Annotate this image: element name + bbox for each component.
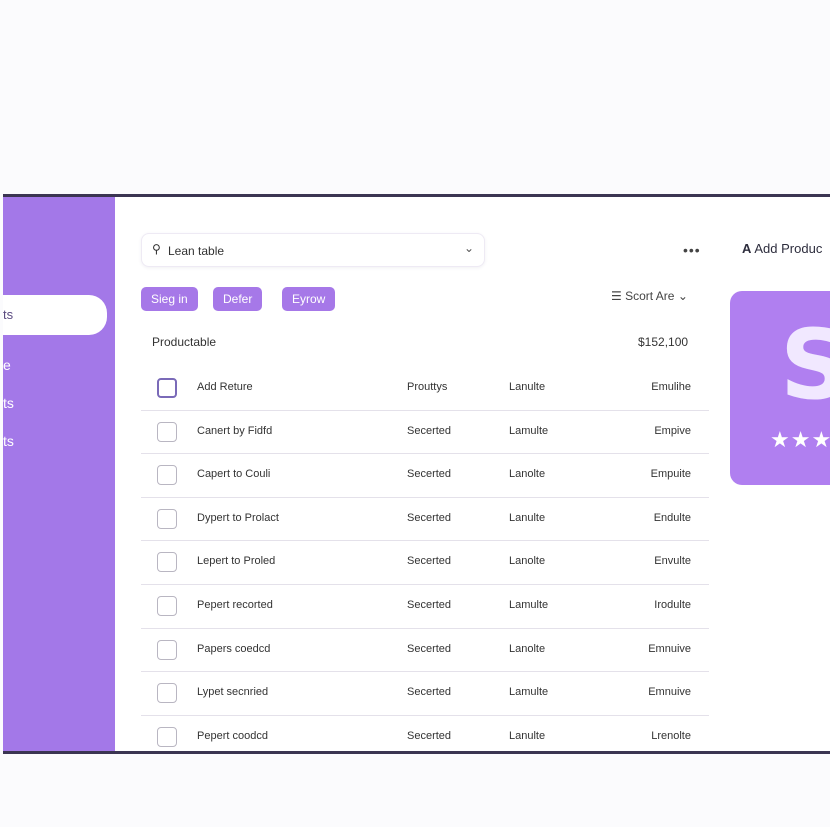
table-cell: Capert to Couli bbox=[197, 468, 271, 481]
search-icon: ⚲ bbox=[152, 242, 161, 256]
table-cell: Envulte bbox=[654, 555, 691, 568]
table-cell: Papers coedcd bbox=[197, 642, 271, 655]
row-checkbox[interactable] bbox=[157, 465, 177, 486]
page: ts e ts ts ⚲ Lean table ⌄ ••• A Add Produ… bbox=[0, 0, 830, 827]
table-cell: Lamulte bbox=[509, 598, 549, 611]
more-options-icon[interactable]: ••• bbox=[683, 242, 701, 258]
table-cell: Lamulte bbox=[509, 424, 549, 437]
add-product-icon: A bbox=[742, 241, 752, 256]
logo: S bbox=[780, 309, 830, 421]
table-row[interactable]: Lepert to Proled Secerted Lanolte Envulte bbox=[141, 541, 709, 585]
table-cell: Secerted bbox=[407, 598, 452, 611]
row-checkbox[interactable] bbox=[157, 378, 177, 398]
table-cell: Lanulte bbox=[509, 381, 546, 393]
table-cell: Lamulte bbox=[509, 686, 549, 699]
table-cell: Lrenolte bbox=[651, 729, 691, 742]
table-cell: Endulte bbox=[653, 511, 691, 524]
table-cell: Lanolte bbox=[509, 642, 546, 655]
table-cell: Lepert to Proled bbox=[197, 555, 276, 568]
app-window: ts e ts ts ⚲ Lean table ⌄ ••• A Add Produ… bbox=[3, 194, 830, 754]
sidebar-item[interactable]: ts bbox=[3, 395, 14, 411]
table-cell: Secerted bbox=[407, 686, 452, 699]
table-row[interactable]: Add Reture Prouttys Lanulte Emulihe bbox=[141, 367, 709, 411]
table-cell: Pepert recorted bbox=[197, 598, 273, 611]
table-row[interactable]: Capert to Couli Secerted Lanolte Empuite bbox=[141, 454, 709, 498]
chevron-down-icon: ⌄ bbox=[677, 289, 688, 303]
sidebar-item[interactable]: ts bbox=[3, 433, 14, 449]
sidebar-item-active[interactable]: ts bbox=[3, 295, 107, 335]
table-cell: Irodulte bbox=[654, 598, 691, 611]
table-cell: Emnuive bbox=[648, 686, 691, 699]
table-cell: Emnuive bbox=[648, 642, 691, 655]
add-product-label: Add Produc bbox=[754, 241, 823, 256]
row-checkbox[interactable] bbox=[157, 639, 177, 660]
table-cell: Secerted bbox=[407, 424, 452, 437]
row-checkbox[interactable] bbox=[157, 726, 177, 747]
table-cell: Pepert coodcd bbox=[197, 729, 268, 742]
table-cell: Add Reture bbox=[197, 381, 253, 393]
eyrow-button[interactable]: Eyrow bbox=[282, 287, 336, 311]
sort-dropdown[interactable]: ☰ Scort Are ⌄ bbox=[611, 289, 688, 303]
table-row[interactable]: Papers coedcd Secerted Lanolte Emnuive bbox=[141, 628, 709, 673]
table-total: $152,100 bbox=[638, 335, 689, 349]
sidebar-item[interactable]: e bbox=[3, 357, 11, 373]
product-card[interactable]: S ★★★ bbox=[730, 291, 830, 485]
table-cell: Lanulte bbox=[509, 729, 546, 742]
table-cell: Secerted bbox=[407, 511, 452, 524]
table-cell: Lypet secnried bbox=[197, 686, 269, 699]
sidebar-item-label: ts bbox=[3, 307, 14, 322]
sort-label: Scort Are bbox=[625, 289, 675, 303]
main-content: ⚲ Lean table ⌄ ••• A Add Produc Sieg in D… bbox=[115, 197, 830, 751]
defer-button[interactable]: Defer bbox=[213, 287, 263, 311]
search-label: Lean table bbox=[168, 244, 225, 258]
table-cell: Empive bbox=[654, 424, 691, 437]
table-cell: Dypert to Prolact bbox=[197, 511, 279, 524]
list-icon: ☰ bbox=[611, 289, 622, 303]
row-checkbox[interactable] bbox=[157, 552, 177, 573]
table-cell: Prouttys bbox=[407, 381, 448, 393]
table-cell: Lanolte bbox=[509, 468, 546, 481]
table-row[interactable]: Pepert coodcd Secerted Lanulte Lrenolte bbox=[141, 715, 709, 751]
sidebar: ts e ts ts bbox=[3, 197, 115, 751]
table-cell: Lanulte bbox=[509, 511, 546, 524]
table-cell: Canert by Fidfd bbox=[197, 424, 273, 437]
table-row[interactable]: Lypet secnried Secerted Lamulte Emnuive bbox=[141, 672, 709, 716]
table-cell: Empuite bbox=[650, 468, 691, 481]
table-row[interactable]: Pepert recorted Secerted Lamulte Irodulte bbox=[141, 584, 709, 629]
table-cell: Secerted bbox=[407, 642, 452, 655]
search-input[interactable]: ⚲ Lean table ⌄ bbox=[141, 233, 485, 267]
table-row[interactable]: Dypert to Prolact Secerted Lanulte Endulte bbox=[141, 497, 709, 542]
table-cell: Secerted bbox=[407, 468, 452, 481]
table-cell: Emulihe bbox=[651, 381, 691, 393]
table-cell: Lanolte bbox=[509, 555, 546, 568]
row-checkbox[interactable] bbox=[157, 508, 177, 529]
table-cell: Secerted bbox=[407, 729, 452, 742]
row-checkbox[interactable] bbox=[157, 595, 177, 616]
rating-stars-icon: ★★★ bbox=[770, 427, 830, 452]
add-product-button[interactable]: A Add Produc bbox=[742, 241, 822, 256]
table-title: Productable bbox=[152, 335, 217, 349]
product-table: Add Reture Prouttys Lanulte Emulihe Canert b… bbox=[141, 367, 709, 751]
table-row[interactable]: Canert by Fidfd Secerted Lamulte Empive bbox=[141, 410, 709, 455]
row-checkbox[interactable] bbox=[157, 421, 177, 442]
row-checkbox[interactable] bbox=[157, 683, 177, 704]
table-cell: Secerted bbox=[407, 555, 452, 568]
chevron-down-icon[interactable]: ⌄ bbox=[464, 241, 474, 255]
sign-in-button[interactable]: Sieg in bbox=[141, 287, 198, 311]
